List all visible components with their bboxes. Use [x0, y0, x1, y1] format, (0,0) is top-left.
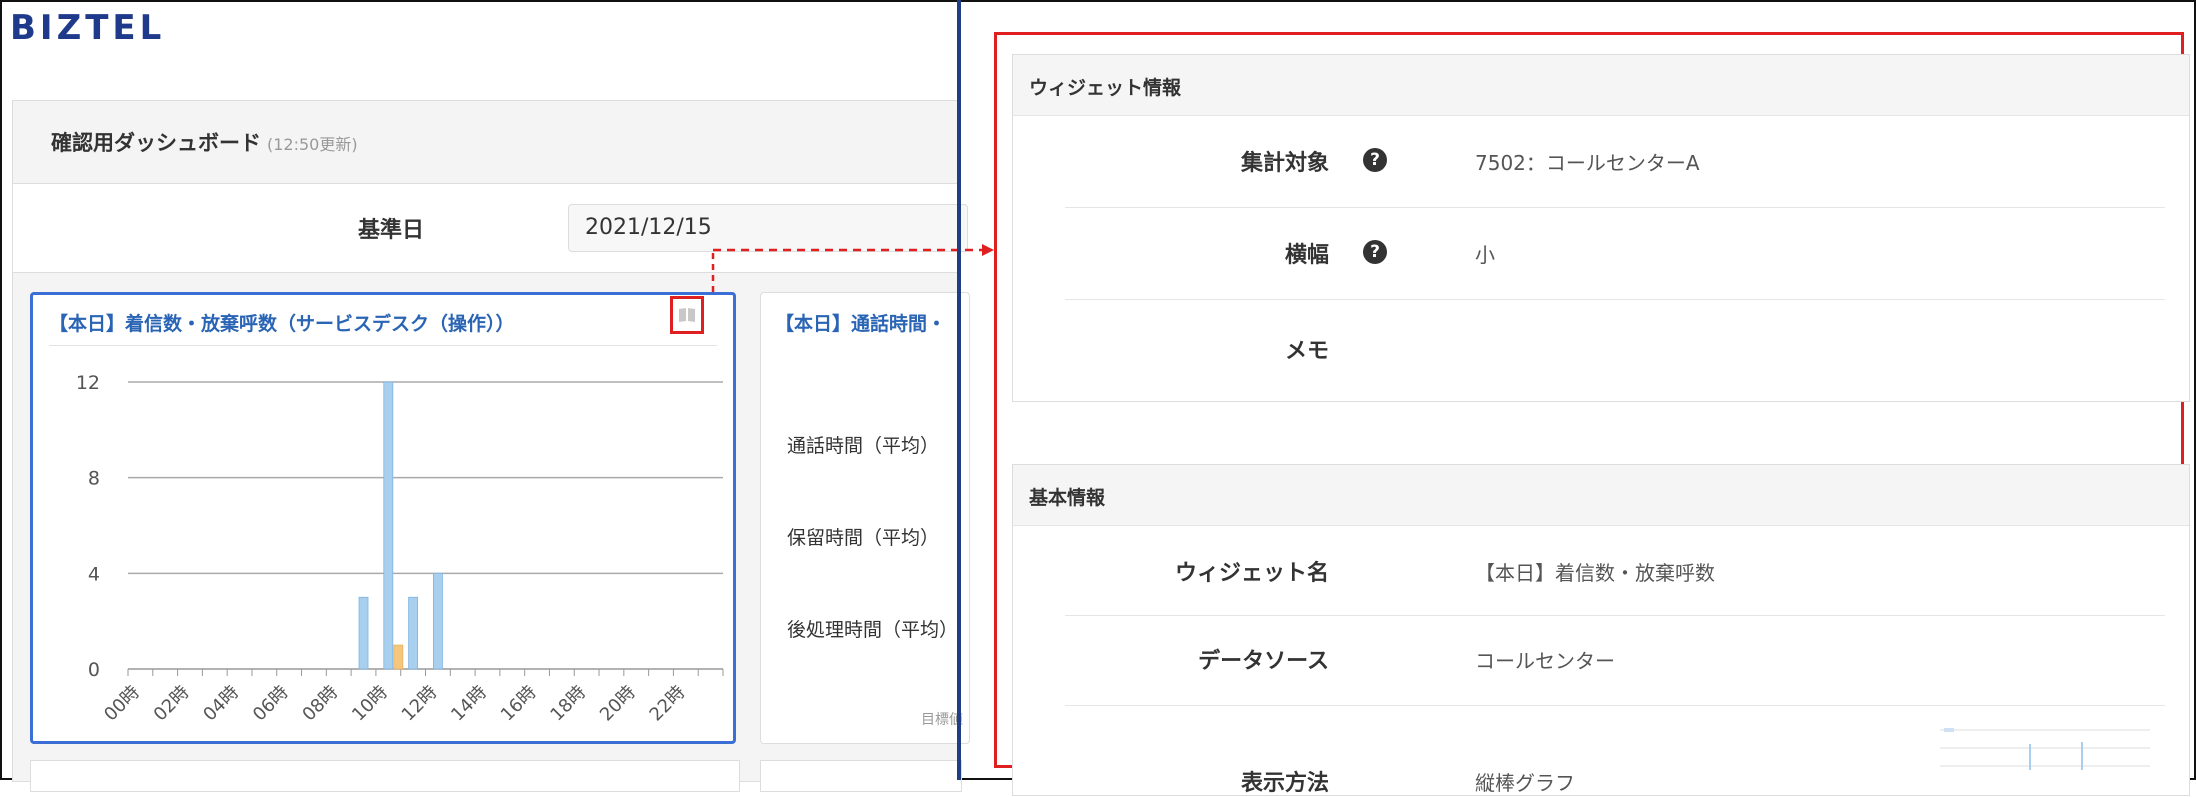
y-tick-label: 8	[88, 468, 100, 490]
mini-chart-preview	[1940, 728, 2150, 770]
dashboard-header: 確認用ダッシュボード (12:50更新)	[13, 101, 958, 184]
widget-talk-time[interactable]: 【本日】通話時間・ 通話時間（平均） 保留時間（平均） 後処理時間（平均） 目標…	[760, 292, 970, 744]
bar	[408, 596, 419, 670]
pane-divider	[957, 0, 961, 780]
dashboard-title-text: 確認用ダッシュボード	[51, 131, 261, 155]
bar-chart: 0 4 8 12 00時 02時 04時 06時 08時 10時 12時 14時 16時 18時 20時 22…	[76, 372, 724, 726]
widget-card-bottom-right	[760, 760, 962, 792]
x-tick-label: 02時	[150, 682, 194, 726]
widget-info-header: ウィジェット情報	[1013, 55, 2189, 116]
widget-name-label: ウィジェット名	[1174, 561, 1329, 586]
y-tick-label: 4	[88, 563, 100, 585]
hold-time-label: 保留時間（平均）	[787, 527, 940, 549]
x-tick-label: 18時	[546, 682, 590, 726]
base-date-label: 基準日	[358, 218, 425, 243]
x-tick-label: 20時	[596, 682, 640, 726]
x-tick-label: 08時	[298, 682, 342, 726]
data-source-label: データソース	[1198, 649, 1329, 674]
widget-info-section: ウィジェット情報 集計対象 ? 7502：コールセンターA 横幅 ? 小 メモ	[1012, 54, 2190, 402]
display-method-label: 表示方法	[1240, 771, 1329, 796]
dashboard-updated: (12:50更新)	[267, 135, 358, 154]
bar	[383, 381, 394, 670]
width-value: 小	[1475, 243, 1495, 267]
question-icon[interactable]: ?	[1363, 148, 1387, 172]
dashboard-title: 確認用ダッシュボード (12:50更新)	[51, 127, 358, 157]
x-tick-label: 04時	[199, 682, 243, 726]
width-label: 横幅	[1284, 243, 1329, 268]
bar	[358, 596, 369, 670]
bar	[393, 644, 404, 670]
widget-title-divider	[49, 345, 717, 346]
bar	[432, 572, 443, 670]
widget-incoming-calls[interactable]: 【本日】着信数・放棄呼数（サービスデスク（操作）） 0 4 8 12 00時 02時 04時…	[30, 292, 736, 744]
display-method-value: 縦棒グラフ	[1475, 771, 1575, 795]
memo-label: メモ	[1284, 339, 1329, 364]
x-tick-label: 14時	[447, 682, 491, 726]
basic-info-title: 基本情報	[1029, 487, 1106, 509]
widget-card-bottom-left	[30, 760, 740, 792]
x-tick-label: 06時	[249, 682, 293, 726]
x-tick-label: 16時	[497, 682, 541, 726]
x-tick-label: 12時	[398, 682, 442, 726]
x-tick-label: 00時	[100, 682, 144, 726]
talk-time-label: 通話時間（平均）	[787, 435, 940, 457]
widget-name-value: 【本日】着信数・放棄呼数	[1475, 561, 1715, 585]
widget-info-title: ウィジェット情報	[1029, 77, 1182, 99]
target-value: 7502：コールセンターA	[1475, 151, 1700, 175]
x-tick-label: 10時	[348, 682, 392, 726]
y-tick-label: 0	[88, 659, 100, 681]
detail-button-highlight[interactable]	[670, 296, 704, 334]
data-source-value: コールセンター	[1475, 649, 1615, 673]
x-tick-label: 22時	[646, 682, 690, 726]
widget2-title: 【本日】通話時間・	[775, 313, 947, 335]
target-label: 集計対象	[1240, 151, 1329, 176]
widget-title: 【本日】着信数・放棄呼数（サービスデスク（操作））	[49, 313, 515, 335]
pointer-arrow	[711, 244, 994, 292]
row-divider	[1065, 207, 2165, 208]
basic-info-header: 基本情報	[1013, 465, 2189, 526]
after-work-time-label: 後処理時間（平均）	[787, 619, 959, 641]
row-divider	[1065, 705, 2165, 706]
row-divider	[1065, 299, 2165, 300]
y-tick-label: 12	[76, 372, 100, 394]
book-icon	[679, 308, 695, 322]
row-divider	[1065, 615, 2165, 616]
question-icon[interactable]: ?	[1363, 240, 1387, 264]
logo: BIZTEL	[10, 8, 166, 48]
